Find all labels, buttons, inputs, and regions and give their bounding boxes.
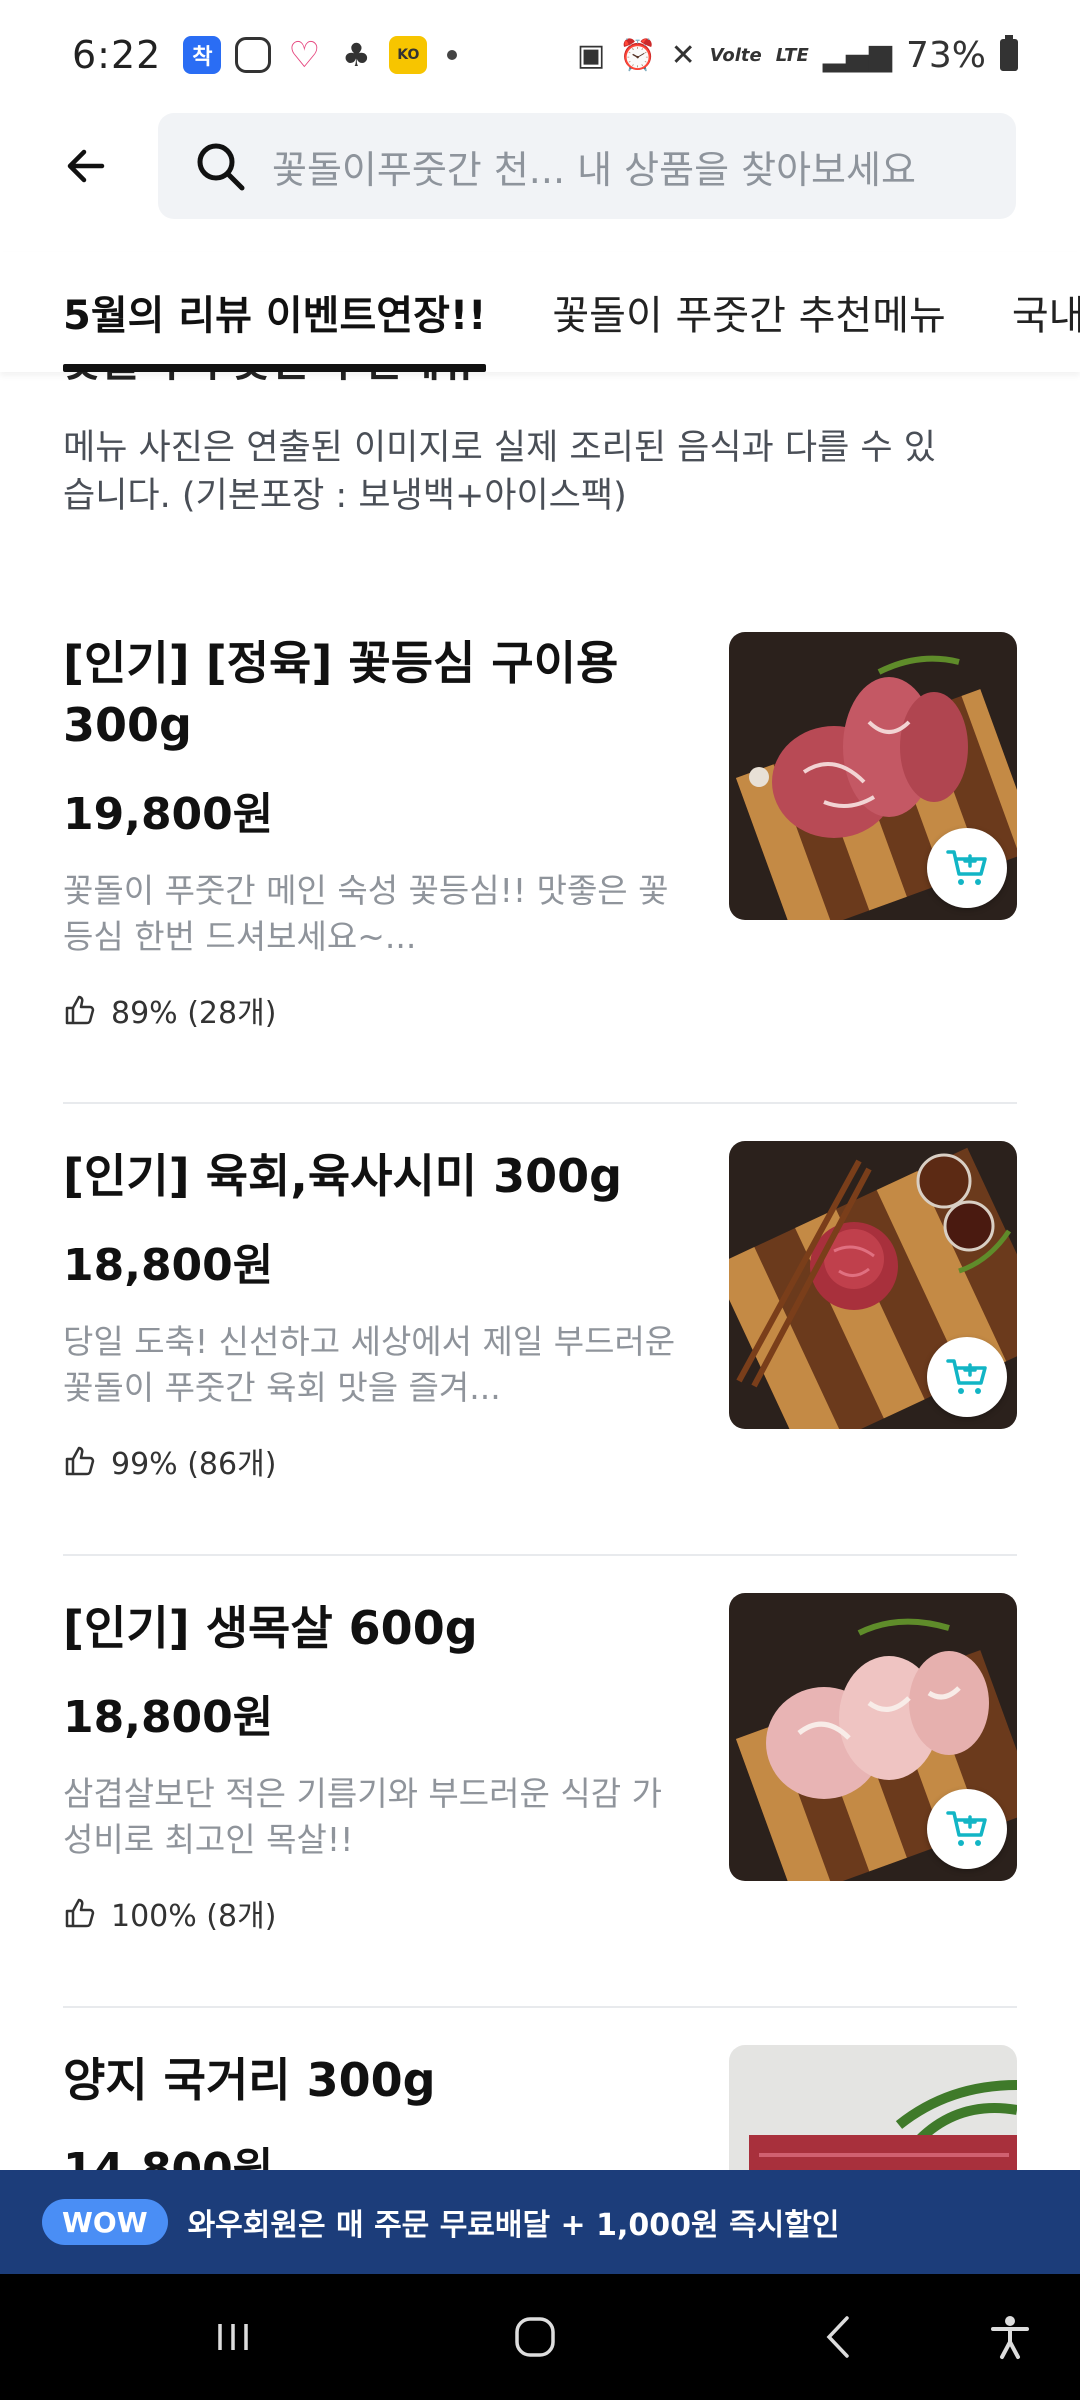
status-time: 6:22 (72, 33, 162, 77)
add-cart-icon (946, 850, 987, 885)
thumbs-up-icon (65, 995, 95, 1025)
product-name: 양지 국거리 300g (63, 2053, 436, 2107)
tab-recommended-menu[interactable]: 꽃돌이 푸줏간 추천메뉴 (552, 252, 945, 372)
section-notice: 메뉴 사진은 연출된 이미지로 실제 조리된 음식과 다를 수 있습니다. (기… (63, 428, 936, 516)
tab-review-event[interactable]: 5월의 리뷰 이벤트연장!! (63, 252, 487, 372)
back-button[interactable] (56, 136, 116, 196)
more-notifications-dot (447, 50, 458, 60)
search-icon (192, 136, 252, 196)
thumbs-up-icon (65, 1898, 95, 1928)
system-icons: ▣ ⏰ ✕ Volte LTE ▂▄▆ 73% (577, 35, 1018, 76)
chevron-left-icon (826, 2316, 849, 2358)
wow-membership-banner[interactable]: WOW 와우회원은 매 주문 무료배달 + 1,000원 즉시할인 (0, 2170, 1080, 2274)
product-image[interactable] (729, 2045, 1017, 2170)
add-to-cart-button[interactable] (927, 1337, 1007, 1417)
product-rating: 99% (86개) (63, 1439, 1017, 1483)
signal-icon: ▂▄▆ (822, 37, 892, 73)
product-item[interactable]: 양지 국거리 300g 14,800원 (63, 2045, 1017, 2170)
tab-domestic[interactable]: 국내산 (1012, 252, 1080, 372)
thumbs-up-icon (65, 1446, 95, 1476)
product-image[interactable] (729, 1141, 1017, 1429)
lte-icon: LTE (775, 44, 809, 66)
product-item[interactable]: [인기] [정육] 꽃등심 구이용 300g 19,800원 꽃돌이 푸줏간 메… (63, 632, 1017, 1032)
category-tabs: 5월의 리뷰 이벤트연장!! 꽃돌이 푸줏간 추천메뉴 국내산 (0, 252, 1080, 372)
volte-icon: Volte (709, 44, 762, 66)
product-description: 삼겹살보단 적은 기름기와 부드러운 식감 가성비로 최고인 목살!! (63, 1774, 662, 1859)
product-name: [인기] 생목살 600g (63, 1601, 478, 1655)
product-name: [인기] 육회,육사시미 300g (63, 1149, 623, 1203)
product-description: 당일 도축! 신선하고 세상에서 제일 부드러운 꽃돌이 푸줏간 육회 맛을 즐… (63, 1322, 676, 1407)
accessibility-icon (991, 2316, 1029, 2359)
recent-apps-button[interactable] (183, 2274, 283, 2400)
divider (63, 1554, 1017, 1556)
kakao-icon: KO (389, 36, 428, 74)
product-rating: 100% (8개) (63, 1891, 1017, 1935)
nav-back-button[interactable] (790, 2274, 890, 2400)
battery-percent: 73% (905, 34, 986, 76)
battery-icon (1000, 35, 1018, 71)
add-to-cart-button[interactable] (927, 1789, 1007, 1869)
arrow-left-icon (67, 149, 105, 183)
instagram-icon (235, 37, 272, 73)
add-cart-icon (946, 1359, 987, 1394)
home-icon (515, 2317, 555, 2357)
section-title: 꽃돌이 푸줏간 추천메뉴 (63, 372, 479, 389)
battery-saver-icon: ▣ (576, 37, 606, 73)
product-description: 꽃돌이 푸줏간 메인 숙성 꽃등심!! 맛좋은 꽃등심 한번 드셔보세요~... (63, 871, 669, 956)
add-cart-icon (946, 1811, 987, 1846)
rating-text: 89% (28개) (111, 996, 277, 1031)
product-item[interactable]: [인기] 생목살 600g 18,800원 삼겹살보단 적은 기름기와 부드러운… (63, 1593, 1017, 1935)
product-image[interactable] (729, 632, 1017, 920)
product-item[interactable]: [인기] 육회,육사시미 300g 18,800원 당일 도축! 신선하고 세상… (63, 1141, 1017, 1483)
search-header: 꽃돌이푸줏간 천... 내 상품을 찾아보세요 (0, 110, 1080, 222)
divider (63, 2006, 1017, 2008)
divider (63, 1102, 1017, 1104)
wow-badge: WOW (42, 2199, 168, 2245)
accessibility-button[interactable] (960, 2274, 1060, 2400)
home-button[interactable] (485, 2274, 585, 2400)
alarm-icon: ⏰ (619, 37, 657, 73)
chat-app-icon: 착 (183, 36, 222, 74)
status-bar: 6:22 착 ♡ ♣ KO ▣ ⏰ ✕ Volte LTE ▂▄▆ 73% (0, 0, 1080, 110)
heart-icon: ♡ (288, 34, 321, 76)
notification-icon: ♣ (342, 36, 371, 74)
wow-banner-text: 와우회원은 매 주문 무료배달 + 1,000원 즉시할인 (187, 2208, 840, 2243)
product-rating: 89% (28개) (63, 988, 1017, 1032)
add-to-cart-button[interactable] (927, 828, 1007, 908)
product-list: 꽃돌이 푸줏간 추천메뉴 메뉴 사진은 연출된 이미지로 실제 조리된 음식과 … (0, 372, 1080, 2170)
search-placeholder: 꽃돌이푸줏간 천... 내 상품을 찾아보세요 (272, 147, 916, 192)
beef-brisket-image (729, 2045, 1017, 2170)
notification-icons: 착 ♡ ♣ KO (183, 34, 458, 76)
rating-text: 100% (8개) (111, 1899, 277, 1934)
recent-apps-icon (218, 2324, 248, 2350)
mute-icon: ✕ (670, 37, 696, 73)
system-navigation-bar (0, 2274, 1080, 2400)
product-name: [인기] [정육] 꽃등심 구이용 300g (63, 636, 619, 752)
rating-text: 99% (86개) (111, 1447, 277, 1482)
product-image[interactable] (729, 1593, 1017, 1881)
search-input[interactable]: 꽃돌이푸줏간 천... 내 상품을 찾아보세요 (158, 113, 1016, 219)
